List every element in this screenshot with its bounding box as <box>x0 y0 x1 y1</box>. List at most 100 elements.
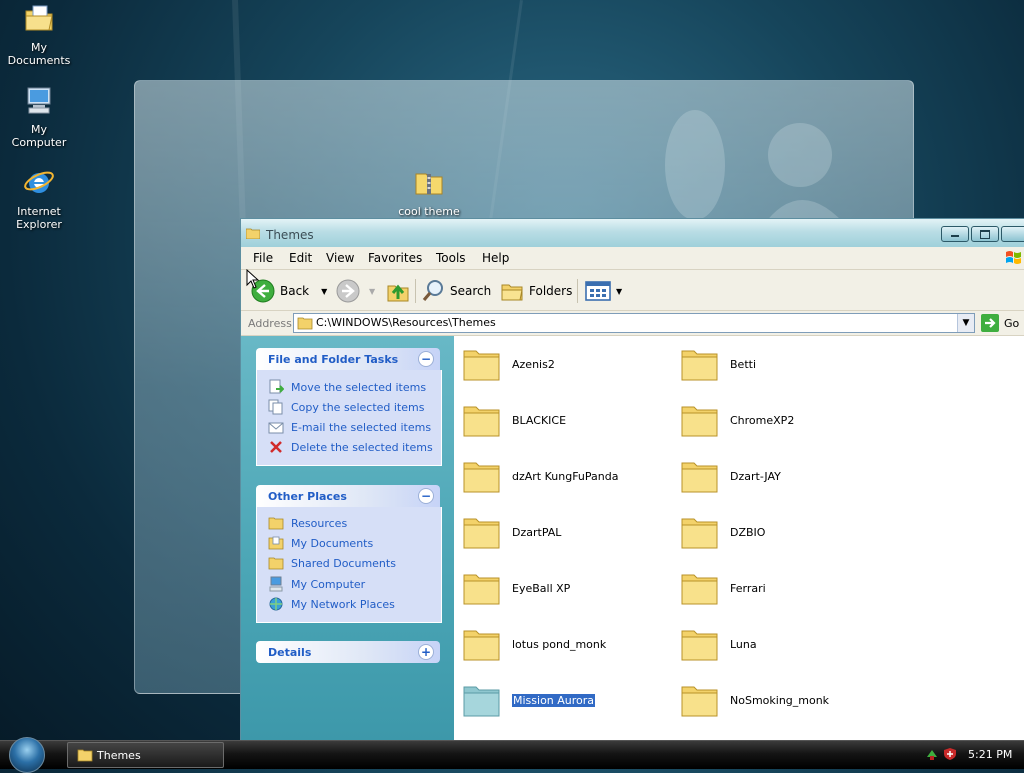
folders-label: Folders <box>529 284 573 298</box>
folder-item[interactable]: Betti <box>680 346 756 382</box>
folder-item[interactable]: dzArt KungFuPanda <box>462 458 618 494</box>
folder-item[interactable]: DZBIO <box>680 514 765 550</box>
copy-icon <box>268 399 283 415</box>
other-places-body: Resources My Documents Shared Documents … <box>256 507 442 623</box>
task-copy[interactable]: Copy the selected items <box>268 399 424 415</box>
address-value: C:\WINDOWS\Resources\Themes <box>316 316 496 329</box>
place-my-documents[interactable]: My Documents <box>268 536 373 550</box>
back-dropdown-icon[interactable]: ▼ <box>321 287 327 296</box>
toolbar: Back ▼ ▼ Search Folders ▼ <box>241 270 1024 311</box>
folder-item[interactable]: NoSmoking_monk <box>680 682 829 718</box>
close-button[interactable] <box>1001 226 1024 242</box>
go-label: Go <box>1004 316 1020 330</box>
zip-folder-icon <box>415 173 443 195</box>
place-my-network-places[interactable]: My Network Places <box>268 596 395 612</box>
folder-item[interactable]: DzartPAL <box>462 514 561 550</box>
toolbar-separator <box>577 279 578 303</box>
task-delete[interactable]: Delete the selected items <box>268 439 433 455</box>
views-button[interactable]: ▼ <box>585 278 622 304</box>
back-button[interactable]: Back ▼ <box>251 278 327 304</box>
task-move[interactable]: Move the selected items <box>268 379 426 395</box>
menu-file[interactable]: File <box>253 251 273 265</box>
place-my-computer[interactable]: My Computer <box>268 576 365 592</box>
tray-security-shield-icon[interactable] <box>943 747 957 761</box>
folder-label: dzArt KungFuPanda <box>512 469 619 483</box>
menu-tools[interactable]: Tools <box>436 251 466 265</box>
taskbar: Themes 5:21 PM <box>0 737 1024 773</box>
folder-icon <box>463 350 500 381</box>
folder-icon <box>463 406 500 437</box>
folder-icon <box>463 518 500 549</box>
address-label: Address <box>248 317 292 330</box>
folder-label: Luna <box>730 637 757 651</box>
forward-button[interactable]: ▼ <box>336 278 375 304</box>
up-folder-button[interactable] <box>386 278 415 304</box>
folder-label: NoSmoking_monk <box>730 693 830 707</box>
folder-icon <box>681 686 718 717</box>
folder-icon <box>681 462 718 493</box>
folder-item[interactable]: Azenis2 <box>462 346 555 382</box>
collapse-icon[interactable]: − <box>418 351 434 367</box>
back-label: Back <box>280 284 310 298</box>
folders-icon <box>501 284 523 301</box>
desktop-icon-my-documents[interactable]: My Documents <box>1 2 77 67</box>
file-tasks-body: Move the selected items Copy the selecte… <box>256 370 442 466</box>
other-places-title: Other Places <box>268 490 347 503</box>
forward-arrow-icon <box>336 279 360 303</box>
move-icon <box>269 379 284 394</box>
menu-bar: File Edit View Favorites Tools Help <box>241 247 1024 270</box>
address-field[interactable]: C:\WINDOWS\Resources\Themes ▼ <box>293 313 975 333</box>
folder-item[interactable]: lotus pond_monk <box>462 626 606 662</box>
delete-icon <box>270 441 282 453</box>
folder-icon <box>77 749 93 762</box>
collapse-icon[interactable]: − <box>418 488 434 504</box>
tray-network-icon[interactable] <box>925 747 939 761</box>
folder-icon <box>463 686 500 717</box>
explorer-window: Themes File Edit View Favorites Tools He… <box>240 218 1024 742</box>
folder-label: lotus pond_monk <box>512 637 607 651</box>
place-shared-documents[interactable]: Shared Documents <box>268 556 396 570</box>
folder-item[interactable]: BLACKICE <box>462 402 566 438</box>
title-bar[interactable]: Themes <box>241 219 1024 248</box>
folder-icon <box>681 350 718 381</box>
menu-edit[interactable]: Edit <box>289 251 312 265</box>
folder-item[interactable]: Ferrari <box>680 570 766 606</box>
task-email[interactable]: E-mail the selected items <box>268 419 431 435</box>
menu-view[interactable]: View <box>326 251 354 265</box>
search-button[interactable]: Search <box>421 278 491 304</box>
folder-label: BLACKICE <box>512 413 567 427</box>
clock[interactable]: 5:21 PM <box>968 748 1012 761</box>
details-header[interactable]: Details + <box>256 641 440 663</box>
folder-icon <box>463 574 500 605</box>
folder-item[interactable]: EyeBall XP <box>462 570 570 606</box>
views-dropdown-icon[interactable]: ▼ <box>616 287 622 296</box>
expand-icon[interactable]: + <box>418 644 434 660</box>
place-resources[interactable]: Resources <box>268 516 347 530</box>
folder-icon <box>246 228 260 239</box>
file-tasks-header[interactable]: File and Folder Tasks − <box>256 348 440 370</box>
folder-item[interactable]: Luna <box>680 626 757 662</box>
taskbar-button-themes[interactable]: Themes <box>67 742 224 768</box>
go-button[interactable]: Go <box>981 314 1019 332</box>
address-dropdown-icon[interactable]: ▼ <box>957 314 974 332</box>
minimize-button[interactable] <box>941 226 969 242</box>
menu-favorites[interactable]: Favorites <box>368 251 422 265</box>
folder-icon <box>297 317 313 330</box>
folder-label: Azenis2 <box>512 357 555 371</box>
desktop-icon-cool-theme[interactable]: cool theme <box>391 166 467 218</box>
folder-item[interactable]: Mission Aurora <box>462 682 596 718</box>
window-title: Themes <box>266 228 314 242</box>
folder-item[interactable]: Dzart-JAY <box>680 458 781 494</box>
folder-icon <box>268 517 284 530</box>
menu-help[interactable]: Help <box>482 251 509 265</box>
folder-label: Dzart-JAY <box>730 469 781 483</box>
forward-dropdown-icon[interactable]: ▼ <box>369 287 375 296</box>
toolbar-separator <box>415 279 416 303</box>
desktop-icon-internet-explorer[interactable]: Internet Explorer <box>1 166 77 231</box>
desktop-icon-my-computer[interactable]: My Computer <box>1 84 77 149</box>
folder-item[interactable]: ChromeXP2 <box>680 402 794 438</box>
other-places-header[interactable]: Other Places − <box>256 485 440 507</box>
folders-button[interactable]: Folders <box>500 278 572 304</box>
search-label: Search <box>450 284 492 298</box>
maximize-button[interactable] <box>971 226 999 242</box>
